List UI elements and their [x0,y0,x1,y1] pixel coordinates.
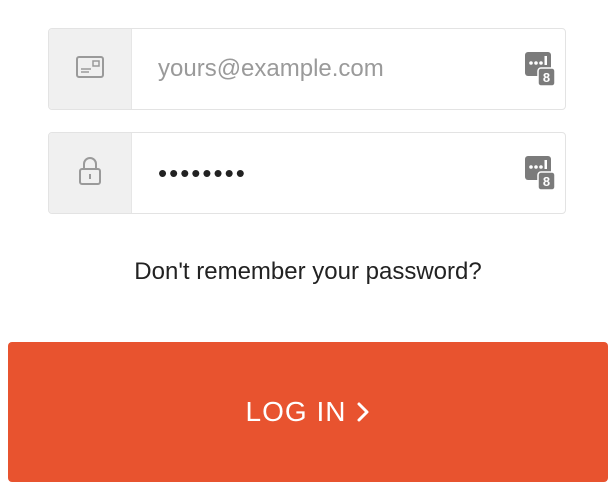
email-card-icon [76,55,104,83]
login-button[interactable]: LOG IN [8,342,608,482]
password-manager-icon[interactable]: 8 [525,52,556,87]
password-field-group: 8 [48,132,566,214]
password-icon-box [49,133,132,213]
password-input[interactable] [158,133,498,213]
chevron-right-icon [356,401,370,423]
password-manager-icon[interactable]: 8 [525,156,556,191]
lock-icon [78,156,102,191]
password-manager-badge: 8 [543,70,550,85]
email-field-group: 8 [48,28,566,110]
login-button-label: LOG IN [245,396,347,427]
password-manager-badge: 8 [543,174,550,189]
forgot-password-link[interactable]: Don't remember your password? [0,258,616,286]
email-input[interactable] [158,29,498,109]
email-icon-box [49,29,132,109]
